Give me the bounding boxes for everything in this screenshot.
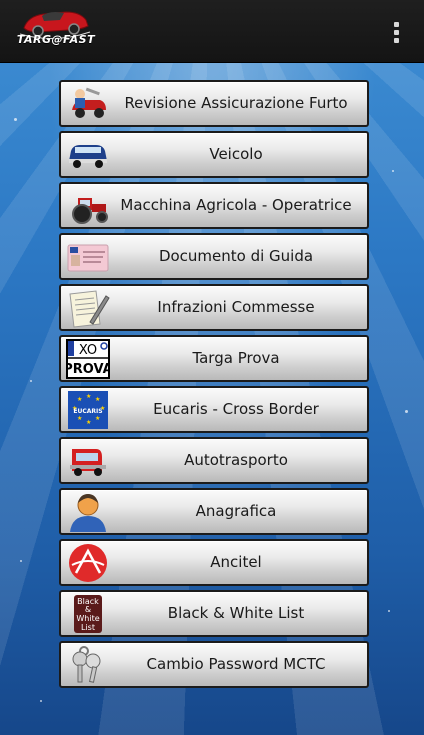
- menu-item-label: Revisione Assicurazione Furto: [124, 94, 348, 112]
- truck-icon: [70, 449, 106, 476]
- menu-item-anagrafica[interactable]: Anagrafica: [59, 488, 369, 535]
- overflow-menu-icon[interactable]: [392, 22, 400, 44]
- menu-item-veicolo[interactable]: Veicolo: [59, 131, 369, 178]
- icon-text-white: White: [76, 614, 99, 623]
- eucaris-flag-text: EUCARIS: [73, 408, 102, 415]
- svg-text:★: ★: [77, 396, 82, 403]
- keys-icon: [72, 646, 101, 683]
- icon-text-amp: &: [85, 605, 91, 614]
- menu-item-label: Veicolo: [209, 145, 263, 163]
- svg-text:★: ★: [77, 415, 82, 422]
- menu-item-label: Macchina Agricola - Operatrice: [120, 196, 352, 214]
- menu-item-eucaris-cross-border[interactable]: ★ ★ ★ ★ ★ ★ ★ ★ EUCARIS Eucaris - Cross Border: [59, 386, 369, 433]
- plate-bottom-text: PROVA: [66, 362, 110, 377]
- car-icon: [69, 145, 107, 168]
- menu-item-label: Documento di Guida: [158, 247, 314, 265]
- menu-item-autotrasporto[interactable]: Autotrasporto: [59, 437, 369, 484]
- menu-item-targa-prova[interactable]: XO PROVA Targa Prova: [59, 335, 369, 382]
- menu-item-label: Eucaris - Cross Border: [153, 400, 319, 418]
- menu-item-cambio-password-mctc[interactable]: Cambio Password MCTC: [59, 641, 369, 688]
- menu-item-label: Black & White List: [167, 604, 305, 622]
- ancitel-logo-icon: [69, 544, 107, 582]
- app-logo-car-icon: [19, 11, 91, 40]
- test-plate-icon: XO PROVA: [66, 339, 110, 379]
- person-icon: [70, 494, 106, 532]
- menu-item-label: Cambio Password MCTC: [146, 655, 326, 673]
- menu-item-revisione-assicurazione-furto[interactable]: Revisione Assicurazione Furto: [59, 80, 369, 127]
- menu-item-black-white-list[interactable]: Black & White List Black & White List: [59, 590, 369, 637]
- menu-item-label: Anagrafica: [195, 502, 277, 520]
- icon-text-list: List: [81, 623, 95, 632]
- plate-top-text: XO: [79, 343, 97, 358]
- menu-item-label: Infrazioni Commesse: [157, 298, 315, 316]
- menu-item-label: Targa Prova: [192, 349, 280, 367]
- menu-item-macchina-agricola[interactable]: Macchina Agricola - Operatrice: [59, 182, 369, 229]
- menu-item-infrazioni-commesse[interactable]: Infrazioni Commesse: [59, 284, 369, 331]
- main-menu: Revisione Assicurazione Furto Veicolo Ma…: [59, 80, 369, 692]
- menu-item-ancitel[interactable]: Ancitel: [59, 539, 369, 586]
- black-white-list-icon: Black & White List: [74, 595, 102, 633]
- document-pen-icon: [69, 290, 110, 328]
- app-logo-text: TARG@FAST: [16, 33, 96, 46]
- driving-license-icon: [67, 244, 109, 272]
- menu-item-documento-di-guida[interactable]: Documento di Guida: [59, 233, 369, 280]
- svg-text:★: ★: [95, 415, 100, 422]
- svg-text:★: ★: [86, 393, 91, 400]
- menu-item-label: Autotrasporto: [184, 451, 288, 469]
- eucaris-flag-icon: ★ ★★★ ★★★★ EUCARIS: [68, 391, 108, 429]
- menu-item-label: Ancitel: [210, 553, 262, 571]
- top-app-bar: TARG@FAST: [0, 0, 424, 63]
- mechanic-car-icon: [72, 87, 106, 118]
- tractor-icon: [72, 198, 108, 224]
- svg-text:★: ★: [95, 396, 100, 403]
- svg-text:★: ★: [86, 419, 91, 426]
